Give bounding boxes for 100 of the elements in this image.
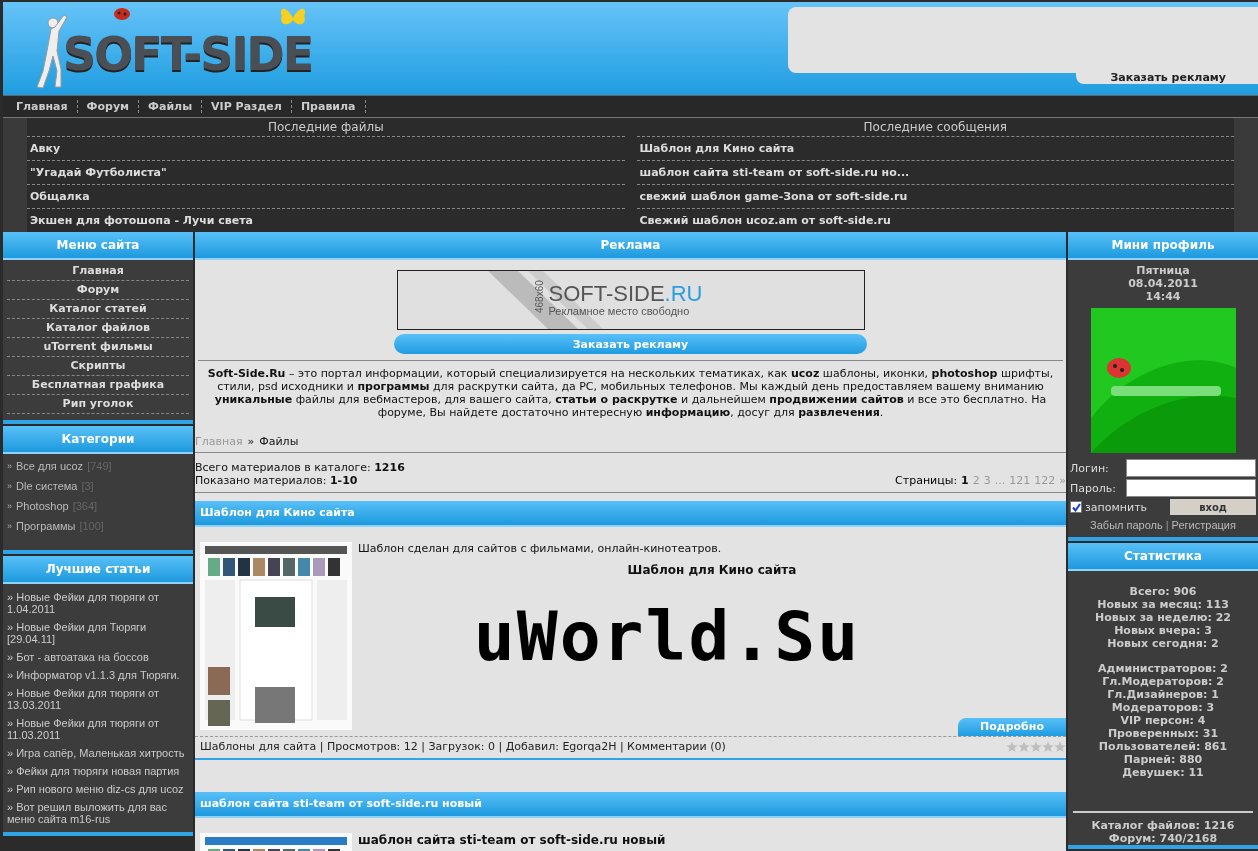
double-arrow-icon: » bbox=[7, 481, 12, 491]
menu-link[interactable]: Скрипты bbox=[7, 357, 189, 376]
stat-line: Новых вчера: 3 bbox=[1114, 624, 1212, 637]
nav-link[interactable]: Главная bbox=[7, 100, 78, 113]
stat-line: Пользователей: 861 bbox=[1098, 740, 1228, 753]
article-link[interactable]: » Новые Фейки для Тюряги [29.04.11] bbox=[3, 618, 193, 648]
star-icon bbox=[1054, 740, 1066, 753]
nav-link[interactable]: Форум bbox=[77, 100, 140, 113]
pages-label: Страницы: bbox=[895, 474, 958, 487]
remember-checkbox[interactable] bbox=[1070, 501, 1082, 513]
article-link[interactable]: » Вот решил выложить для вас меню сайта m16-rus bbox=[3, 798, 193, 828]
article-title: » Информатор v1.1.3 для Тюряги. bbox=[7, 669, 180, 681]
article-link[interactable]: » Новые Фейки для тюряги от 11.03.2011 bbox=[3, 714, 193, 744]
panel-title: Меню сайта bbox=[3, 232, 193, 260]
star-icon bbox=[1018, 740, 1030, 753]
menu-link[interactable]: Форум bbox=[7, 281, 189, 300]
menu-link[interactable]: Каталог файлов bbox=[7, 319, 189, 338]
category-label: Все для ucoz bbox=[16, 460, 84, 472]
article-title: » Новые Фейки для Тюряги [29.04.11] bbox=[7, 621, 148, 645]
banner-brand: SOFT-SIDE.RU bbox=[548, 283, 703, 305]
stat-line: Гл.Дизайнеров: 1 bbox=[1107, 688, 1219, 701]
latest-link[interactable]: "Угадай Футболиста" bbox=[27, 161, 625, 185]
link-separator: | bbox=[1165, 519, 1169, 531]
nav-link[interactable]: Файлы bbox=[139, 100, 203, 113]
banner-size: 468x60 bbox=[534, 280, 546, 313]
forgot-password-link[interactable]: Забыл пароль bbox=[1090, 519, 1163, 531]
menu-link[interactable]: Каталог статей bbox=[7, 300, 189, 319]
post-heading: шаблон сайта sti-team от soft-side.ru новый bbox=[358, 833, 666, 847]
post-heading: Шаблон для Кино сайта bbox=[627, 563, 797, 577]
breadcrumb-separator: » bbox=[247, 435, 255, 448]
intro-paragraph: Soft-Side.Ru – это портал информации, который специализируется на нескольких тематиках, как ucoz шаблоны, иконки, photoshop шрифты, стили, psd исходники и программы для раскрутки сайта, да PC, мобильных телефонов. Мы каждый день предоставляем вашему вниманию уникальные файлы для вебмастеров, для вашего сайта, статьи о раскрутке и дальнейшем продвижении сайтов и все это бесплатно. На форуме, Вы найдете достаточно интересную информацию, досуг для развлечения. bbox=[206, 367, 1055, 419]
double-arrow-icon: » bbox=[7, 521, 12, 531]
menu-link[interactable]: Бесплатная графика bbox=[7, 376, 189, 395]
latest-link[interactable]: Авку bbox=[27, 137, 625, 161]
article-link[interactable]: » Бот - автоатака на боссов bbox=[3, 648, 193, 666]
article-title: » Рип нового меню diz-cs для ucoz bbox=[7, 783, 184, 795]
latest-link[interactable]: шаблон сайта sti-team от soft-side.ru но... bbox=[636, 161, 1234, 185]
post-banner-text: uWorld.Su bbox=[473, 597, 861, 676]
article-title: » Фейки для тюряги новая партия bbox=[7, 765, 180, 777]
menu-link[interactable]: Рип уголок bbox=[7, 395, 189, 414]
latest-title: Последние файлы bbox=[27, 118, 625, 137]
category-label: Photoshop bbox=[16, 500, 69, 512]
panel-title: Мини профиль bbox=[1068, 232, 1258, 260]
nav-link[interactable]: VIP Раздел bbox=[202, 100, 292, 113]
double-arrow-icon: » bbox=[7, 461, 12, 471]
login-field[interactable] bbox=[1126, 459, 1256, 477]
article-title: » Вот решил выложить для вас меню сайта m16-rus bbox=[7, 801, 168, 825]
latest-link[interactable]: Экшен для фотошопа - Лучи света bbox=[27, 209, 625, 232]
rating-stars[interactable] bbox=[1006, 740, 1066, 753]
latest-link[interactable]: свежий шаблон game-Зona от soft-side.ru bbox=[636, 185, 1234, 209]
stat-line: Новых за месяц: 113 bbox=[1097, 598, 1229, 611]
banner-caption: Рекламное место свободно bbox=[548, 305, 691, 317]
panel-title: Реклама bbox=[195, 232, 1066, 260]
latest-link[interactable]: Шаблон для Кино сайта bbox=[636, 137, 1234, 161]
latest-title: Последние сообщения bbox=[636, 118, 1234, 137]
stat-line: Всего: 906 bbox=[1129, 585, 1197, 598]
page-link[interactable]: 1 bbox=[961, 474, 969, 487]
nav-link[interactable]: Правила bbox=[291, 100, 366, 113]
stat-line: Администраторов: 2 bbox=[1098, 662, 1228, 675]
stat-line: Девушек: 11 bbox=[1122, 766, 1204, 779]
article-link[interactable]: » Игра сапёр, Маленькая хитрость bbox=[3, 744, 193, 762]
article-link[interactable]: » Новые Фейки для тюряги от 13.03.2011 bbox=[3, 684, 193, 714]
register-link[interactable]: Регистрация bbox=[1171, 519, 1236, 531]
login-label: Логин: bbox=[1070, 461, 1109, 475]
stat-line: Модераторов: 3 bbox=[1111, 701, 1215, 714]
article-title: » Новые Фейки для тюряги от 11.03.2011 bbox=[7, 717, 161, 741]
date: 08.04.2011 bbox=[1128, 277, 1198, 290]
menu-link[interactable]: uTorrent фильмы bbox=[7, 338, 189, 357]
stat-line: Форум: 740/2168 bbox=[1108, 832, 1218, 845]
article-link[interactable]: » Информатор v1.1.3 для Тюряги. bbox=[3, 666, 193, 684]
article-title: » Бот - автоатака на боссов bbox=[7, 651, 149, 663]
stat-line: Проверенных: 31 bbox=[1107, 727, 1219, 740]
article-title: » Игра сапёр, Маленькая хитрость bbox=[7, 747, 185, 759]
login-button[interactable]: вход bbox=[1170, 499, 1256, 515]
stat-line: VIP персон: 4 bbox=[1120, 714, 1206, 727]
breadcrumb-link[interactable]: Файлы bbox=[259, 435, 299, 448]
category-label: Программы bbox=[16, 520, 76, 532]
panel-title: Статистика bbox=[1068, 543, 1258, 571]
latest-link[interactable]: Свежий шаблон ucoz.am от soft-side.ru bbox=[636, 209, 1234, 232]
latest-link[interactable]: Общалка bbox=[27, 185, 625, 209]
shown-count: Показано материалов: 1-10 bbox=[195, 474, 359, 487]
menu-link[interactable]: Главная bbox=[7, 262, 189, 281]
stat-line: Парней: 880 bbox=[1123, 753, 1203, 766]
star-icon bbox=[1030, 740, 1042, 753]
weekday: Пятница bbox=[1136, 264, 1190, 277]
stat-line: Новых за неделю: 22 bbox=[1095, 611, 1231, 624]
article-link[interactable]: » Новые Фейки для тюряги от 1.04.2011 bbox=[3, 588, 193, 618]
star-icon bbox=[1042, 740, 1054, 753]
time: 14:44 bbox=[1145, 290, 1181, 303]
article-link[interactable]: » Фейки для тюряги новая партия bbox=[3, 762, 193, 780]
password-label: Пароль: bbox=[1070, 481, 1116, 495]
panel-title: Лучшие статьи bbox=[3, 556, 193, 584]
post-meta: Шаблоны для сайта | Просмотров: 12 | Загрузок: 0 | Добавил: Egorqa2H | Комментарии (0) bbox=[200, 740, 726, 753]
password-field[interactable] bbox=[1126, 479, 1256, 497]
total-count: Всего материалов в каталоге: 1216 bbox=[195, 461, 405, 474]
article-link[interactable]: » Рип нового меню diz-cs для ucoz bbox=[3, 780, 193, 798]
article-title: » Новые Фейки для тюряги от 13.03.2011 bbox=[7, 687, 161, 711]
panel-title: Категории bbox=[3, 426, 193, 454]
order-ad-link[interactable]: Заказать рекламу bbox=[1076, 72, 1258, 84]
remember-label: запомнить bbox=[1085, 500, 1149, 514]
